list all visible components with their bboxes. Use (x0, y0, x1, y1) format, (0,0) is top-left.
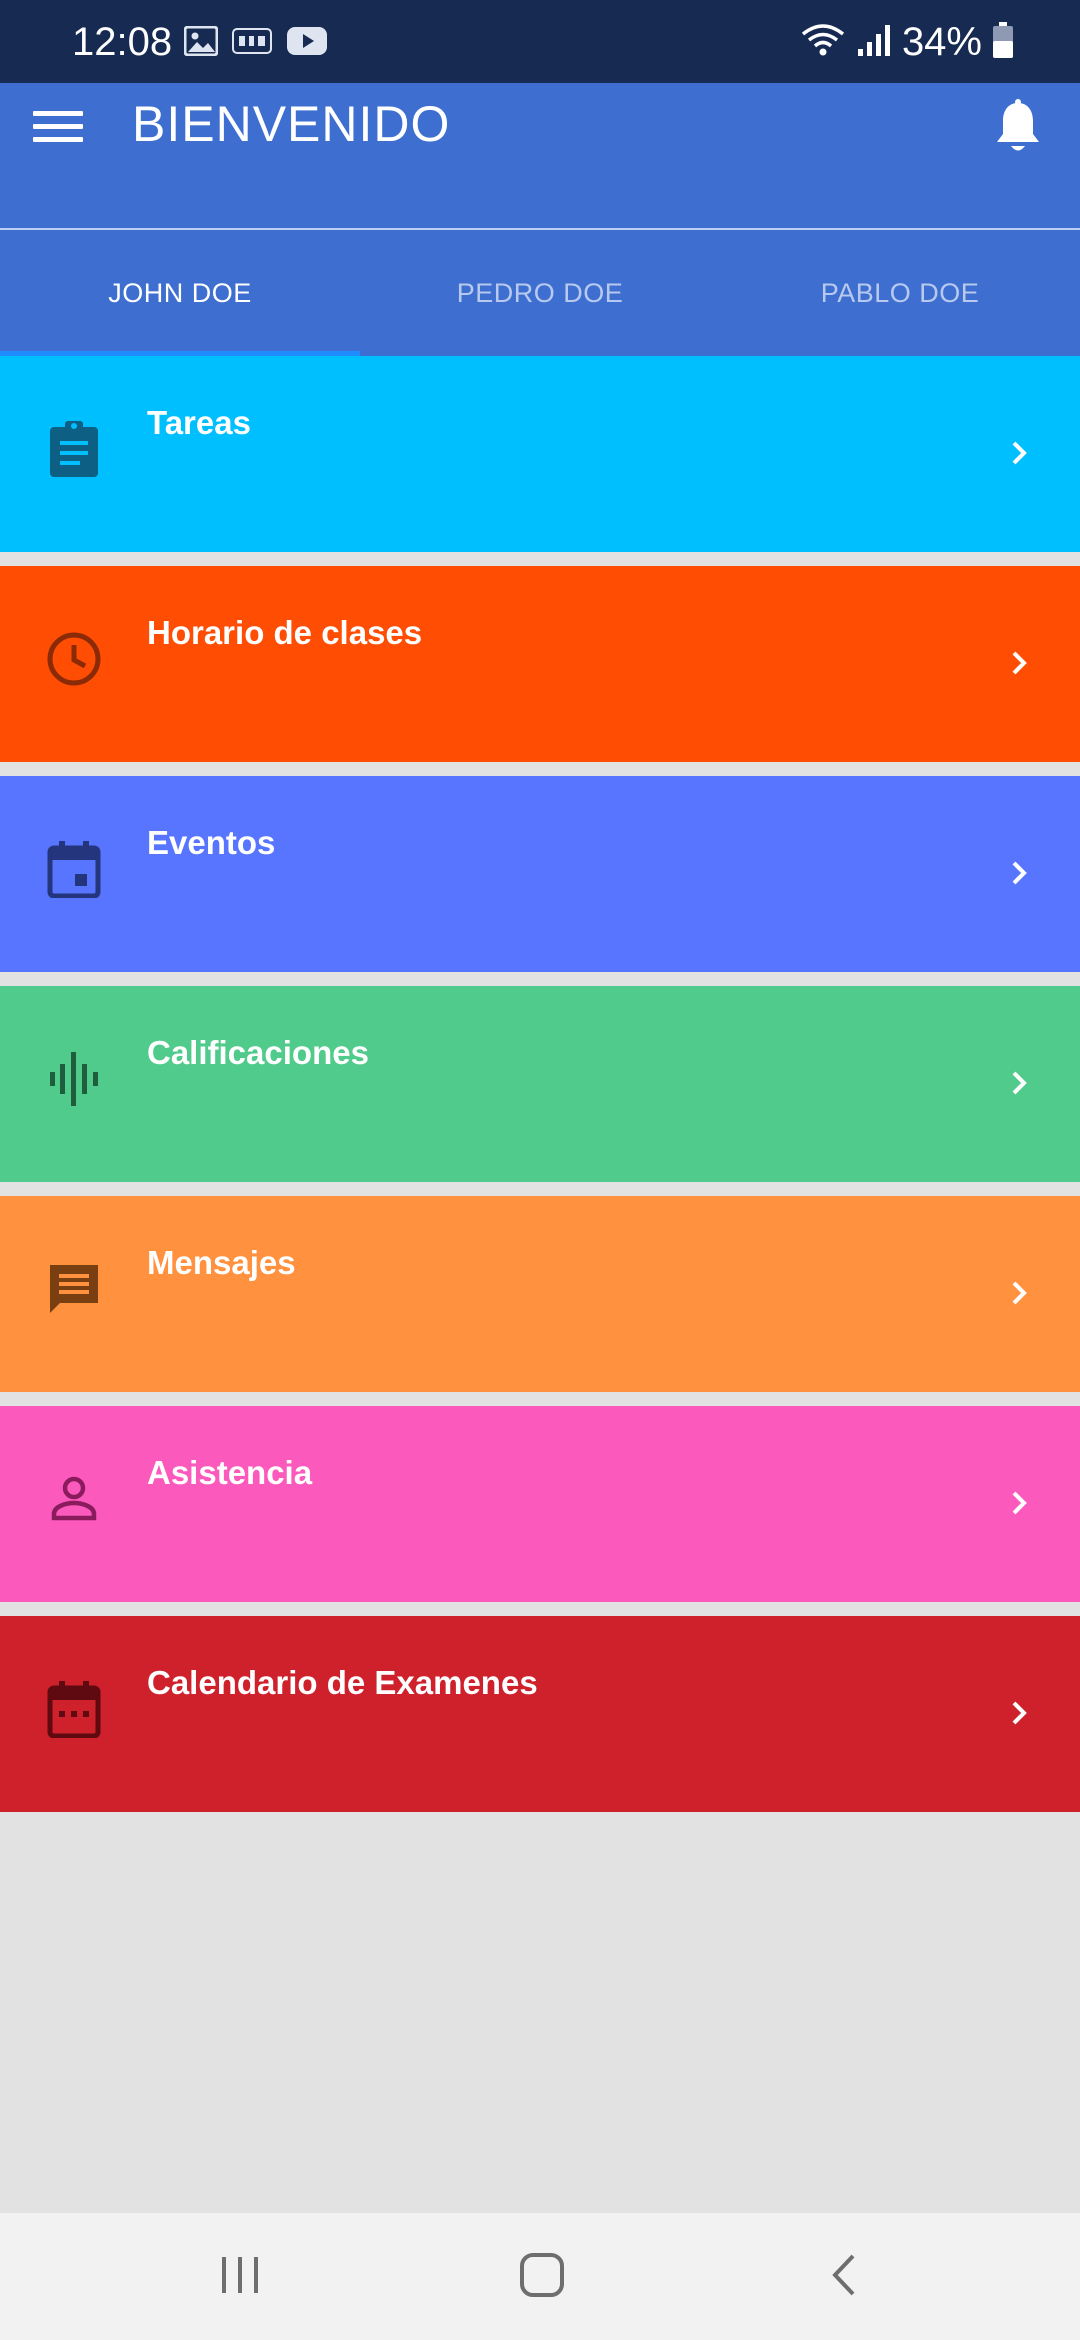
student-tabs: JOHN DOE PEDRO DOE PABLO DOE (0, 230, 1080, 356)
calendar-icon (44, 1679, 104, 1739)
menu-item-horario-de-clases[interactable]: Horario de clases (0, 566, 1080, 762)
status-notification-icons (183, 25, 328, 61)
menu-item-label: Calendario de Examenes (147, 1664, 538, 1701)
tab-label: PABLO DOE (820, 277, 980, 308)
menu-item-label: Eventos (147, 824, 276, 861)
chevron-right-icon (1004, 858, 1034, 888)
chevron-right-icon (1004, 1698, 1034, 1728)
status-bar: 12:08 34% (0, 0, 1080, 83)
page-title: BIENVENIDO (132, 96, 451, 152)
calendar-event-icon (44, 839, 104, 899)
battery-percentage: 34% (901, 20, 982, 64)
menu-item-calendario-de-examenes[interactable]: Calendario de Examenes (0, 1616, 1080, 1812)
wifi-icon (800, 22, 846, 63)
tab-label: JOHN DOE (108, 277, 252, 308)
clipboard-icon (44, 419, 104, 479)
message-icon (44, 1259, 104, 1319)
chevron-right-icon (1004, 1278, 1034, 1308)
image-icon (183, 25, 219, 61)
bell-icon (994, 98, 1042, 160)
tab-john-doe[interactable]: JOHN DOE (0, 230, 360, 356)
menu-item-label: Calificaciones (147, 1034, 369, 1071)
app-bar: BIENVENIDO (0, 83, 1080, 228)
signal-icon (856, 23, 892, 62)
equalizer-icon (44, 1049, 104, 1109)
home-button[interactable] (510, 2245, 574, 2309)
chevron-right-icon (1004, 1068, 1034, 1098)
cnet-icon (232, 27, 272, 60)
system-nav-bar (0, 2213, 1080, 2340)
notifications-button[interactable] (976, 87, 1060, 171)
menu-item-label: Mensajes (147, 1244, 296, 1281)
menu-item-label: Tareas (147, 404, 251, 441)
tab-label: PEDRO DOE (456, 277, 624, 308)
chevron-right-icon (1004, 648, 1034, 678)
status-system-icons: 34% (800, 18, 1014, 66)
recent-apps-button[interactable] (208, 2245, 272, 2309)
battery-icon (992, 21, 1014, 64)
menu-item-mensajes[interactable]: Mensajes (0, 1196, 1080, 1392)
back-button[interactable] (812, 2245, 876, 2309)
tab-pedro-doe[interactable]: PEDRO DOE (360, 230, 720, 356)
menu-item-eventos[interactable]: Eventos (0, 776, 1080, 972)
menu-item-asistencia[interactable]: Asistencia (0, 1406, 1080, 1602)
menu-list: Tareas Horario de clases Eventos Calific… (0, 356, 1080, 1826)
status-time: 12:08 (72, 20, 173, 64)
person-icon (44, 1469, 104, 1529)
menu-button[interactable] (22, 93, 94, 165)
tab-pablo-doe[interactable]: PABLO DOE (720, 230, 1080, 356)
chevron-right-icon (1004, 438, 1034, 468)
youtube-icon (286, 26, 328, 61)
menu-item-label: Horario de clases (147, 614, 423, 651)
menu-item-label: Asistencia (147, 1454, 313, 1491)
hamburger-menu-icon (33, 109, 83, 150)
home-icon (519, 2252, 565, 2303)
back-icon (829, 2253, 859, 2302)
chevron-right-icon (1004, 1488, 1034, 1518)
menu-item-calificaciones[interactable]: Calificaciones (0, 986, 1080, 1182)
menu-item-tareas[interactable]: Tareas (0, 356, 1080, 552)
clock-icon (44, 629, 104, 689)
recent-apps-icon (219, 2255, 261, 2300)
